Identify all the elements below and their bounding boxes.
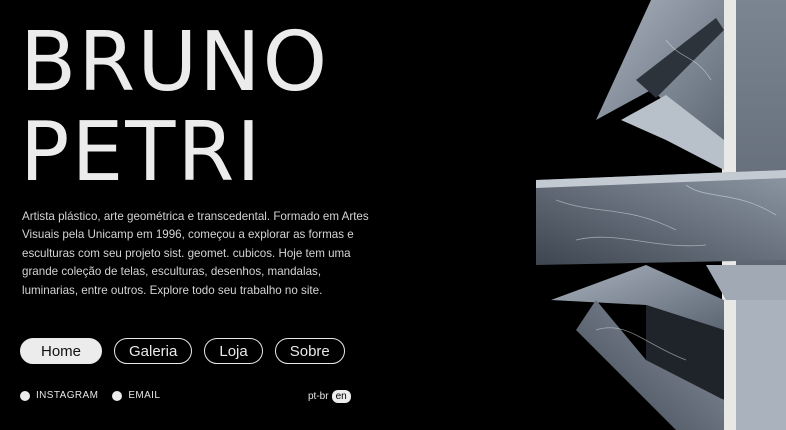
page-title: BRUNO PETRI bbox=[20, 18, 329, 198]
bio-text: Artista plástico, arte geométrica e tran… bbox=[22, 210, 369, 297]
nav-home-button[interactable]: Home bbox=[20, 338, 102, 364]
email-link[interactable]: EMAIL bbox=[128, 390, 160, 401]
language-switcher: pt-br en bbox=[308, 390, 351, 403]
language-option-en[interactable]: en bbox=[331, 390, 351, 403]
marble-sculpture-image bbox=[536, 0, 786, 430]
nav-galeria-button[interactable]: Galeria bbox=[114, 338, 193, 364]
nav-sobre-button[interactable]: Sobre bbox=[274, 338, 345, 364]
instagram-link[interactable]: INSTAGRAM bbox=[36, 390, 98, 401]
email-dot-icon bbox=[112, 390, 123, 401]
instagram-dot-icon bbox=[20, 390, 30, 401]
title-line-2: PETRI bbox=[20, 105, 263, 200]
main-nav: Home Galeria Loja Sobre bbox=[20, 338, 345, 364]
nav-loja-button[interactable]: Loja bbox=[204, 338, 263, 364]
title-line-1: BRUNO bbox=[20, 15, 330, 110]
language-option-ptbr[interactable]: pt-br bbox=[308, 391, 329, 402]
social-links: INSTAGRAM EMAIL bbox=[20, 390, 168, 401]
